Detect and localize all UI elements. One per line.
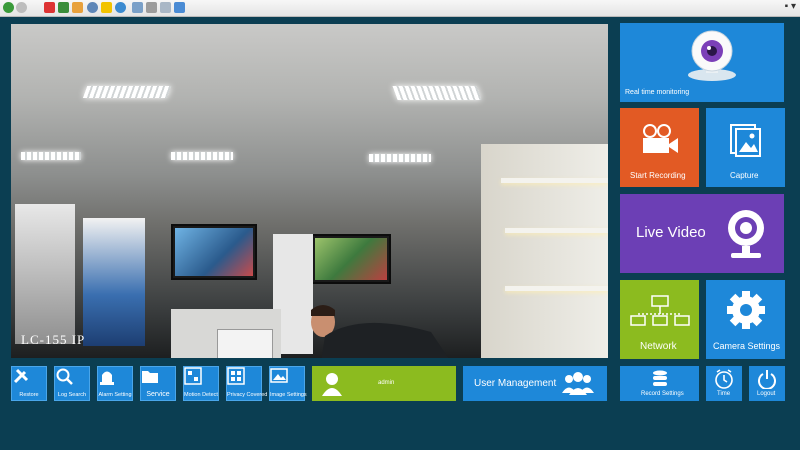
tile-label: Camera Settings (713, 341, 781, 351)
tile-label: Capture (730, 171, 759, 180)
clock-icon (715, 369, 733, 389)
gear-icon (727, 291, 765, 329)
camera-label: LC-155 IP (21, 332, 86, 347)
image-settings-button[interactable]: Image Settings (269, 366, 307, 401)
image-icon (270, 368, 288, 383)
tile-label: Real time monitoring (625, 89, 690, 96)
realtime-monitoring-tile[interactable]: Real time monitoring (620, 23, 784, 102)
live-video-feed[interactable]: LC-155 IP (11, 24, 608, 358)
database-icon (653, 370, 667, 386)
record-settings-button[interactable]: Record Settings (620, 366, 699, 401)
grid-icon (184, 367, 202, 385)
monitor-screen (171, 224, 257, 280)
monitor-screen (311, 234, 391, 284)
restore-button[interactable]: Restore (11, 366, 47, 401)
username: admin (378, 380, 395, 386)
tools-icon (13, 368, 29, 384)
logout-button[interactable]: Logout (749, 366, 785, 401)
button-label: Log Search (57, 392, 87, 398)
search-icon[interactable] (87, 2, 98, 13)
button-label: Time (717, 391, 731, 397)
capture-tile[interactable]: Capture (706, 108, 785, 187)
product-box (217, 329, 273, 358)
user-icon (322, 373, 342, 396)
button-label: Alarm Setting (98, 392, 132, 398)
ceiling-light (82, 86, 172, 98)
display-wall (481, 144, 608, 358)
ceiling-light (21, 152, 81, 160)
refresh-icon[interactable] (58, 2, 69, 13)
users-group-icon (562, 372, 594, 395)
home-icon[interactable] (72, 2, 83, 13)
favorites-icon[interactable] (101, 2, 112, 13)
shelf (501, 178, 608, 183)
tile-label: Live Video (636, 224, 706, 241)
forward-icon[interactable] (16, 2, 27, 13)
live-video-tile[interactable]: Live Video (620, 194, 784, 273)
alarm-light-icon (100, 371, 114, 385)
ceiling-light (392, 86, 482, 100)
network-icon (630, 295, 690, 326)
messenger-icon[interactable] (174, 2, 185, 13)
service-button[interactable]: Service (140, 366, 176, 401)
display-case (15, 204, 75, 344)
tile-label: Network (640, 341, 677, 352)
button-label: Logout (757, 391, 776, 397)
button-label: Record Settings (641, 391, 684, 397)
current-user-panel[interactable]: admin (312, 366, 456, 401)
video-camera-icon (643, 124, 678, 153)
stop-icon[interactable] (44, 2, 55, 13)
ceiling-light (369, 154, 431, 162)
mail-icon[interactable] (132, 2, 143, 13)
print-icon[interactable] (146, 2, 157, 13)
promo-banner (83, 218, 145, 346)
user-management-button[interactable]: User Management (463, 366, 607, 401)
privacy-covered-button[interactable]: Privacy Covered (226, 366, 268, 401)
start-recording-tile[interactable]: Start Recording (620, 108, 699, 187)
tile-label: Start Recording (630, 171, 686, 180)
folder-icon (142, 371, 158, 383)
windows-flag-icon: ▪ ▾ (784, 1, 796, 12)
button-label: Service (146, 391, 170, 398)
search-icon (56, 368, 73, 385)
ceiling-light (171, 152, 233, 160)
button-label: Motion Detect (184, 392, 218, 398)
edit-icon[interactable] (160, 2, 171, 13)
time-button[interactable]: Time (706, 366, 742, 401)
motion-detect-button[interactable]: Motion Detect (183, 366, 219, 401)
alarm-setting-button[interactable]: Alarm Setting (97, 366, 133, 401)
history-icon[interactable] (115, 2, 126, 13)
shelf (505, 228, 608, 233)
button-label: User Management (474, 378, 557, 389)
photo-capture-icon (730, 124, 761, 157)
button-label: Restore (19, 392, 39, 398)
camera-settings-tile[interactable]: Camera Settings (706, 280, 785, 359)
network-tile[interactable]: Network (620, 280, 699, 359)
back-icon[interactable] (3, 2, 14, 13)
log-search-button[interactable]: Log Search (54, 366, 90, 401)
person (311, 305, 449, 358)
button-label: Image Settings (270, 392, 307, 398)
button-label: Privacy Covered (227, 392, 268, 398)
webcam-icon (688, 30, 736, 81)
browser-toolbar: ▪ ▾ (0, 0, 800, 17)
power-icon (758, 370, 776, 389)
shelf (505, 286, 608, 291)
grid-icon (227, 367, 245, 385)
webcam-icon (728, 210, 764, 258)
